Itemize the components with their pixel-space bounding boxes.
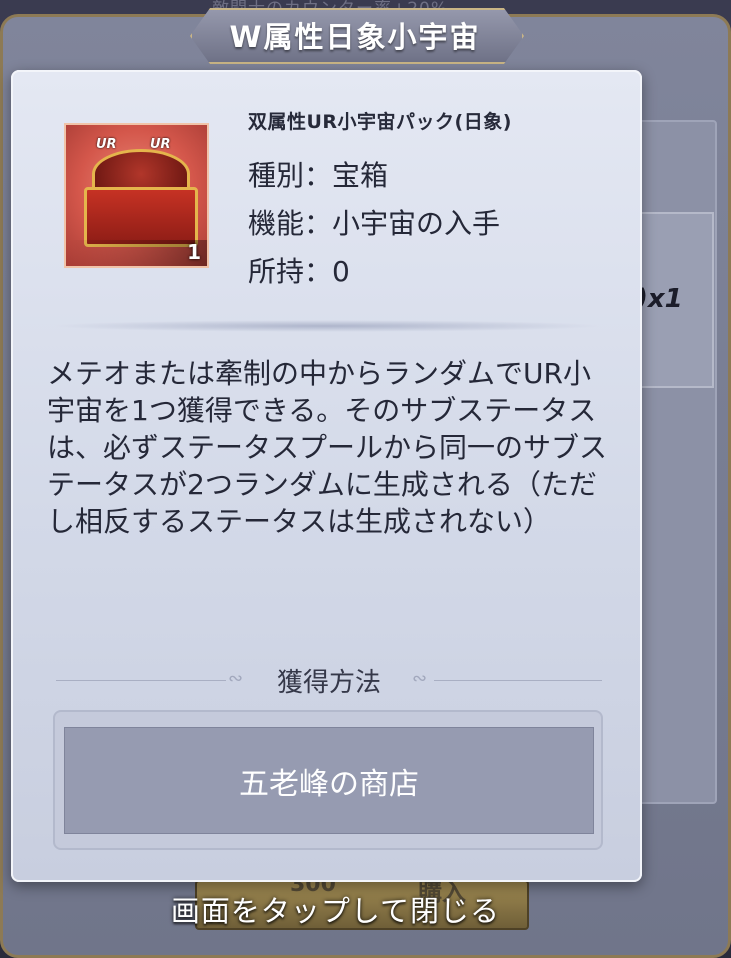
count-bar [66,240,207,266]
item-name: 双属性UR小宇宙パック(日象) [248,111,512,133]
acquisition-heading-row: ∾ 獲得方法 ∾ [56,662,602,698]
background-card-text: )x1 [636,284,683,314]
item-description: メテオまたは牽制の中からランダムでUR小宇宙を1つ獲得できる。そのサブステータス… [47,357,608,538]
treasure-chest-icon: UR UR 1 [64,123,209,268]
ur-badge-left: UR [96,137,117,152]
heading-line-right [434,680,602,681]
dialog-title: W属性日象小宇宙 [229,20,481,54]
item-type: 種別：宝箱 [248,159,389,192]
divider [51,320,603,332]
item-detail-popup: UR UR 1 双属性UR小宇宙パック(日象) 種別：宝箱 機能：小宇宙の入手 … [11,70,642,882]
tap-to-close-hint[interactable]: 画面をタップして閉じる [0,888,671,930]
ornament-right-icon: ∾ [412,668,428,689]
chest-body-shape [84,187,198,247]
item-owned: 所持：0 [248,255,350,288]
shop-source-button[interactable]: 五老峰の商店 [64,727,594,834]
item-function: 機能：小宇宙の入手 [248,207,501,240]
item-count: 1 [187,240,201,264]
ur-badge-right: UR [150,137,171,152]
